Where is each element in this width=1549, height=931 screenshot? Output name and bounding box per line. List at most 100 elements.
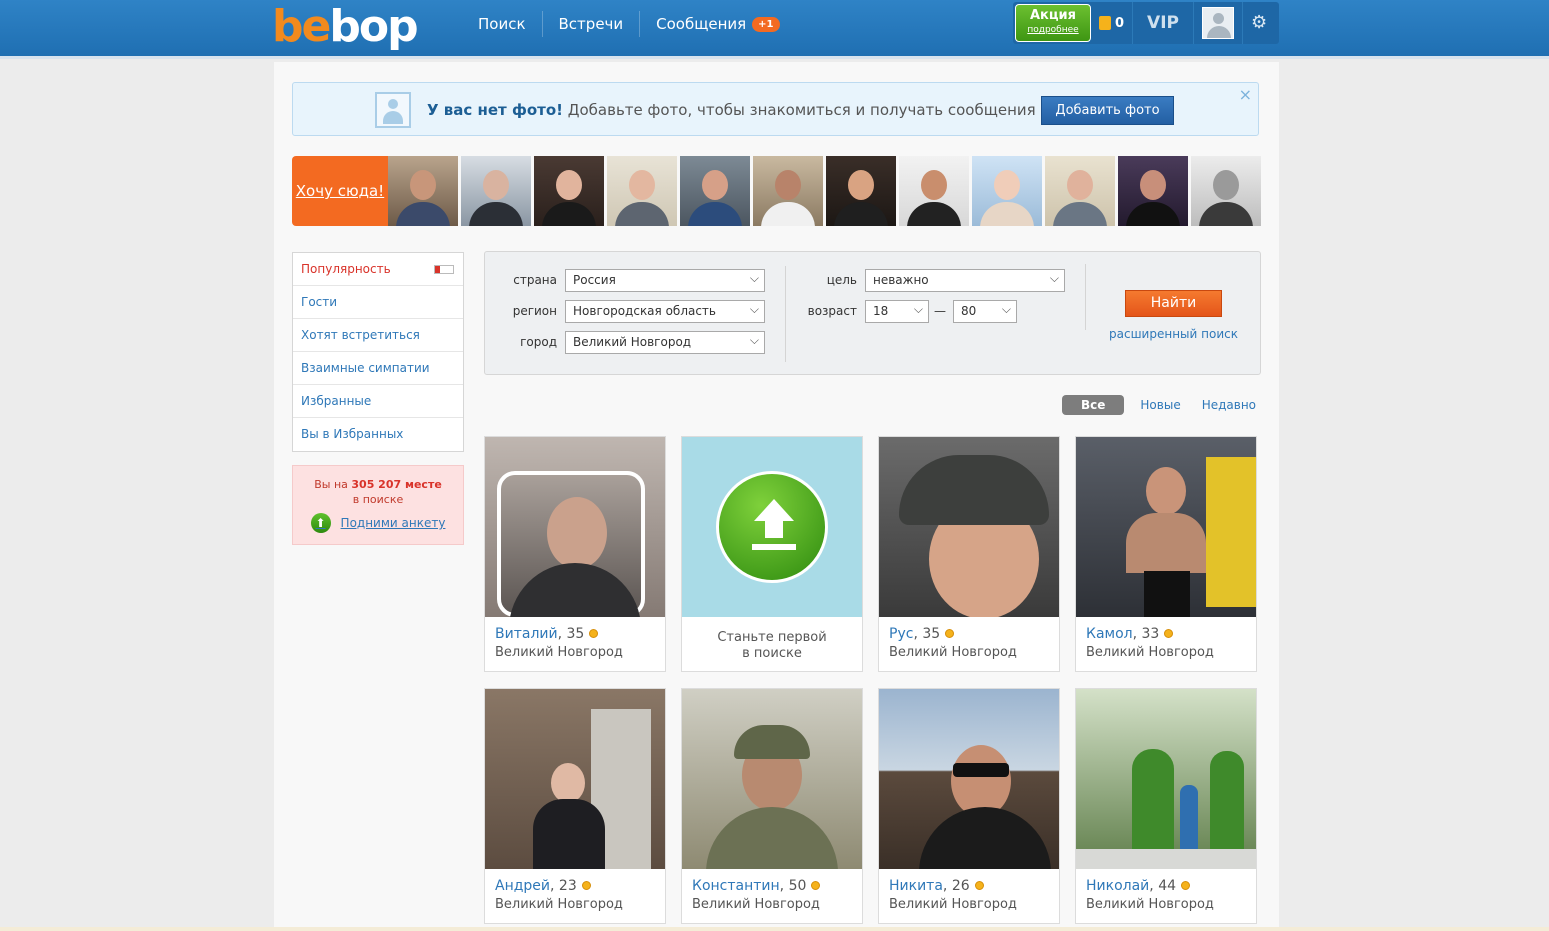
profile-name-text: Виталий bbox=[495, 626, 558, 642]
age-from-select[interactable]: 18 bbox=[865, 299, 929, 323]
profile-card[interactable]: Никита, 26 Великий Новгород bbox=[878, 688, 1060, 924]
online-status-icon bbox=[974, 881, 984, 890]
sidebar-item-want-meet[interactable]: Хотят встретиться bbox=[293, 319, 463, 352]
no-photo-text: У вас нет фото! Добавьте фото, чтобы зна… bbox=[427, 101, 1036, 119]
featured-thumb[interactable] bbox=[461, 156, 531, 226]
region-select[interactable]: Новгородская область bbox=[565, 299, 765, 323]
photo-ground bbox=[1076, 849, 1256, 869]
city-select[interactable]: Великий Новгород bbox=[565, 330, 765, 354]
thumb-body bbox=[834, 202, 888, 226]
profile-card[interactable]: Андрей, 23 Великий Новгород bbox=[484, 688, 666, 924]
coin-icon bbox=[1099, 16, 1111, 30]
thumb-body bbox=[907, 202, 961, 226]
profile-card[interactable]: Рус, 35 Великий Новгород bbox=[878, 436, 1060, 672]
thumb-face bbox=[1140, 170, 1166, 200]
nav-search[interactable]: Поиск bbox=[462, 11, 543, 37]
raise-profile-card[interactable]: Станьте первой в поиске bbox=[681, 436, 863, 672]
sidebar-item-mutual-likes[interactable]: Взаимные симпатии bbox=[293, 352, 463, 385]
divider bbox=[1085, 264, 1086, 330]
main-nav: Поиск Встречи Сообщения +1 bbox=[462, 10, 796, 38]
nav-meetings[interactable]: Встречи bbox=[543, 11, 641, 37]
profile-card[interactable]: Константин, 50 Великий Новгород bbox=[681, 688, 863, 924]
featured-thumb[interactable] bbox=[1045, 156, 1115, 226]
user-panel: Акция подробнее 0 VIP ⚙ bbox=[1013, 2, 1279, 44]
sidebar-item-label: Хотят встретиться bbox=[301, 328, 420, 342]
profile-name: Камол, 33 bbox=[1086, 626, 1174, 642]
featured-thumb[interactable] bbox=[899, 156, 969, 226]
featured-thumb[interactable] bbox=[753, 156, 823, 226]
photo-topiary bbox=[1132, 749, 1174, 861]
profile-name-text: Никита bbox=[889, 878, 943, 894]
featured-thumb[interactable] bbox=[607, 156, 677, 226]
profile-name: Константин, 50 bbox=[692, 878, 821, 894]
thumb-body bbox=[1199, 202, 1253, 226]
raise-line-1: Станьте первой bbox=[717, 630, 827, 645]
featured-thumb[interactable] bbox=[388, 156, 458, 226]
raise-line-2: в поиске bbox=[742, 646, 802, 661]
promo-title: Акция bbox=[1030, 8, 1076, 23]
profile-name-text: Камол bbox=[1086, 626, 1133, 642]
user-placeholder-icon bbox=[375, 92, 411, 128]
nav-messages-label: Сообщения bbox=[656, 15, 747, 33]
rank-value: 305 207 месте bbox=[351, 478, 442, 491]
want-here-button[interactable]: Хочу сюда! bbox=[292, 156, 398, 226]
sidebar-item-guests[interactable]: Гости bbox=[293, 286, 463, 319]
nav-search-label: Поиск bbox=[478, 15, 526, 33]
advanced-search-link[interactable]: расширенный поиск bbox=[1109, 327, 1238, 341]
profile-photo bbox=[485, 689, 665, 869]
profile-name: Виталий, 35 bbox=[495, 626, 599, 642]
promo-details-link[interactable]: подробнее bbox=[1016, 25, 1090, 35]
add-photo-button[interactable]: Добавить фото bbox=[1041, 96, 1174, 125]
profile-city: Великий Новгород bbox=[889, 897, 1017, 912]
main-content: У вас нет фото! Добавьте фото, чтобы зна… bbox=[274, 62, 1279, 931]
photo-face bbox=[547, 497, 607, 569]
country-select[interactable]: Россия bbox=[565, 268, 765, 292]
sidebar-item-favorites[interactable]: Избранные bbox=[293, 385, 463, 418]
online-status-icon bbox=[811, 881, 821, 890]
country-label: страна bbox=[513, 273, 557, 287]
close-icon[interactable]: × bbox=[1239, 85, 1252, 104]
nav-meetings-label: Встречи bbox=[558, 15, 624, 33]
photo-body bbox=[1126, 513, 1206, 573]
promo-button[interactable]: Акция подробнее bbox=[1015, 4, 1091, 42]
age-to-select[interactable]: 80 bbox=[953, 299, 1017, 323]
profile-photo bbox=[682, 689, 862, 869]
featured-strip: Хочу сюда! bbox=[292, 156, 1261, 226]
gear-icon[interactable]: ⚙ bbox=[1242, 2, 1275, 44]
sidebar-item-in-favorites[interactable]: Вы в Избранных bbox=[293, 418, 463, 451]
featured-thumb[interactable] bbox=[680, 156, 750, 226]
search-form: страна Россия регион Новгородская област… bbox=[484, 251, 1261, 375]
photo-body bbox=[919, 807, 1051, 869]
rank-prefix: Вы на bbox=[314, 478, 352, 491]
coins-counter[interactable]: 0 bbox=[1091, 2, 1134, 44]
raise-profile-link[interactable]: ⬆ Подними анкету bbox=[293, 513, 463, 533]
profile-city: Великий Новгород bbox=[495, 897, 623, 912]
filter-all[interactable]: Все bbox=[1062, 395, 1125, 415]
user-avatar[interactable] bbox=[1202, 7, 1234, 39]
profile-age: 35 bbox=[922, 626, 941, 642]
featured-thumb[interactable] bbox=[826, 156, 896, 226]
photo-body bbox=[706, 807, 838, 869]
find-button[interactable]: Найти bbox=[1125, 290, 1222, 317]
sidebar-item-popularity[interactable]: Популярность bbox=[293, 253, 463, 286]
goal-select[interactable]: неважно bbox=[865, 268, 1065, 292]
profile-card[interactable]: Николай, 44 Великий Новгород bbox=[1075, 688, 1257, 924]
filter-new[interactable]: Новые bbox=[1140, 398, 1180, 412]
vip-button[interactable]: VIP bbox=[1133, 2, 1194, 44]
thumb-face bbox=[848, 170, 874, 200]
logo[interactable]: be bop bbox=[272, 1, 419, 52]
sidebar-item-label: Вы в Избранных bbox=[301, 427, 404, 441]
profile-photo bbox=[879, 437, 1059, 617]
filter-recent[interactable]: Недавно bbox=[1202, 398, 1256, 412]
profile-age: 50 bbox=[788, 878, 807, 894]
featured-thumb[interactable] bbox=[1118, 156, 1188, 226]
featured-thumb[interactable] bbox=[972, 156, 1042, 226]
profile-card[interactable]: Виталий, 35 Великий Новгород bbox=[484, 436, 666, 672]
nav-messages[interactable]: Сообщения +1 bbox=[640, 11, 795, 37]
sidebar-item-label: Гости bbox=[301, 295, 338, 309]
thumb-body bbox=[615, 202, 669, 226]
featured-thumb[interactable] bbox=[534, 156, 604, 226]
profile-card[interactable]: Камол, 33 Великий Новгород bbox=[1075, 436, 1257, 672]
goal-label: цель bbox=[826, 273, 857, 287]
featured-thumb[interactable] bbox=[1191, 156, 1261, 226]
